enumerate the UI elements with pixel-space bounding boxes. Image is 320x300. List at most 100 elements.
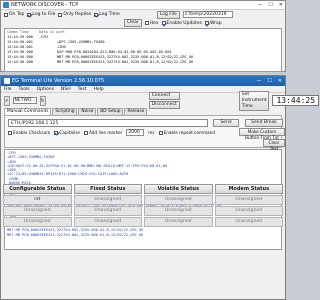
window-controls: — ☐ ✕	[257, 2, 283, 8]
menu-options[interactable]: Options	[37, 87, 54, 92]
log-to-file-checkbox[interactable]: Log to File	[27, 12, 55, 17]
discover-log[interactable]: Comms Time Data in port 13:44:39.000 -CPU…	[4, 28, 282, 72]
clear-button[interactable]: Clear	[124, 19, 142, 27]
tab-scripting[interactable]: Scripting	[52, 108, 78, 115]
log-time-checkbox[interactable]: Log Time	[94, 12, 120, 17]
volatile-status-panel: Volatile Status Unassigned Unassigned Un…	[144, 184, 213, 227]
menu-help[interactable]: Help	[93, 87, 103, 92]
tab-release[interactable]: Release	[124, 108, 148, 115]
enable-checksum-label: Enable Checksum	[13, 130, 51, 135]
make-custom-button[interactable]: Make Custom Button From Txt	[239, 128, 285, 140]
set-instrument-time-button[interactable]: Set Instrument Time	[238, 90, 270, 111]
menu-tools[interactable]: Tools	[19, 87, 30, 92]
refresh-icon[interactable]: ↻	[39, 95, 46, 106]
connect-group: Connect Disconnect	[148, 92, 180, 109]
hex-label: Hex	[149, 20, 159, 26]
tab-noise[interactable]: Noise	[78, 108, 97, 115]
status-title: Configurable Status	[3, 184, 72, 194]
network-discover-titlebar: NETWORK DISCOVER - TCP — ☐ ✕	[1, 1, 285, 10]
only-replies-label: Only Replies	[63, 12, 92, 17]
log-to-file-label: Log to File	[32, 12, 56, 17]
marker-interval-input[interactable]: 2000	[126, 129, 145, 136]
options-bar-2: Clear Hex Enable Updates Wrap	[1, 19, 285, 27]
checkbox-icon	[84, 130, 89, 135]
fixed-status-panel: Fixed Status Unassigned Unassigned Unass…	[73, 184, 142, 227]
checkbox-icon	[4, 12, 8, 17]
log-file-button[interactable]: Log File	[156, 10, 180, 19]
tab-bd-setup[interactable]: BD Setup	[97, 108, 124, 115]
status-value[interactable]: Unassigned	[73, 206, 142, 216]
send-button[interactable]: Send	[213, 119, 239, 127]
on-top-checkbox[interactable]: On Top	[4, 12, 24, 17]
manual-commands-panel: ETH,IP192.168.1.125 Send Send Break Enab…	[4, 115, 285, 151]
network-discover-window: NETWORK DISCOVER - TCP — ☐ ✕ On Top Log …	[0, 0, 286, 72]
toolbar: ⚡ NETWO... ↻ Connect Disconnect Set Inst…	[1, 90, 320, 111]
plug-icon[interactable]: ⚡	[4, 95, 10, 106]
status-value[interactable]: Unassigned	[214, 206, 283, 216]
checkbox-checked-icon	[27, 12, 32, 17]
enable-checksum-checkbox[interactable]: Enable Checksum	[8, 130, 50, 135]
disconnect-button[interactable]: Disconnect	[148, 101, 180, 109]
status-value[interactable]: Unassigned	[214, 195, 283, 205]
capitalise-label: Capitalise	[59, 130, 81, 135]
checkbox-checked-icon	[54, 130, 59, 135]
minimize-icon[interactable]: —	[257, 2, 262, 8]
status-value[interactable]: Unassigned	[73, 195, 142, 205]
status-title: Modem Status	[214, 184, 283, 194]
close-icon[interactable]: ✕	[279, 2, 283, 8]
status-value[interactable]: Unassigned	[144, 206, 213, 216]
log-time-label: Log Time	[99, 12, 120, 17]
menu-file[interactable]: File	[4, 87, 12, 92]
status-value[interactable]: rst	[3, 195, 72, 205]
hex-checkbox[interactable]: Hex	[144, 20, 159, 26]
status-value[interactable]: Unassigned	[3, 217, 72, 227]
maximize-icon[interactable]: ☐	[268, 2, 272, 8]
status-value[interactable]: Unassigned	[144, 217, 213, 227]
tab-manual-commands[interactable]: Manual Commands	[4, 108, 52, 115]
wrap-label: Wrap	[209, 20, 222, 26]
clear-text-button[interactable]: Clear Text	[263, 139, 285, 151]
terminal-window-title: EG Terminal Life Version 2.56.10.075	[12, 78, 105, 84]
only-replies-checkbox[interactable]: Only Replies	[58, 12, 91, 17]
menu-test[interactable]: Test	[78, 87, 87, 92]
capitalise-checkbox[interactable]: Capitalise	[54, 130, 80, 135]
add-line-marker-checkbox[interactable]: Add line marker	[84, 130, 122, 135]
enable-updates-checkbox[interactable]: Enable Updates	[161, 20, 202, 26]
connect-button[interactable]: Connect	[148, 92, 180, 100]
app-icon	[3, 2, 9, 8]
configurable-status-panel: Configurable Status rst Unassigned Unass…	[3, 184, 72, 227]
checkbox-checked-icon	[94, 12, 99, 17]
terminal-app-icon	[4, 78, 10, 84]
minimize-icon[interactable]: —	[256, 78, 261, 84]
close-icon[interactable]: ✕	[278, 78, 282, 84]
checkbox-icon	[58, 12, 63, 17]
status-value[interactable]: Unassigned	[214, 217, 283, 227]
command-options: Enable Checksum Capitalise Add line mark…	[8, 129, 215, 136]
checkbox-icon	[158, 130, 163, 135]
maximize-icon[interactable]: ☐	[267, 78, 271, 84]
send-break-button[interactable]: Send Break	[245, 119, 283, 127]
log-path-input[interactable]: c:\temp\20220319	[182, 11, 233, 18]
status-value[interactable]: Unassigned	[144, 195, 213, 205]
wrap-checkbox[interactable]: Wrap	[204, 20, 222, 26]
clock-display: 13:44:25	[272, 95, 320, 106]
status-panels: Configurable Status rst Unassigned Unass…	[3, 184, 283, 227]
checkbox-checked-icon	[204, 21, 209, 25]
enable-updates-label: Enable Updates	[166, 20, 202, 26]
options-bar: On Top Log to File Only Replies Log Time…	[1, 10, 285, 19]
status-title: Fixed Status	[73, 184, 142, 194]
menu-nsh[interactable]: NSH	[61, 87, 71, 92]
terminal-titlebar: EG Terminal Life Version 2.56.10.075 — ☐…	[1, 76, 285, 86]
enable-repeat-checkbox[interactable]: Enable repeat command	[158, 130, 215, 135]
terminal-line: MRT MB PCB,0000ZEEE423,322754-002,3235-0…	[7, 232, 144, 237]
status-title: Volatile Status	[144, 184, 213, 194]
log-row: 13:44:56.000 MRT MB PCB,0000ZEEE423,32275…	[7, 60, 194, 64]
connection-select[interactable]: NETWO...	[12, 97, 37, 104]
marker-unit-label: ms	[148, 130, 155, 135]
command-input[interactable]: ETH,IP192.168.1.125	[8, 119, 208, 127]
window-title: NETWORK DISCOVER - TCP	[11, 2, 79, 8]
status-value[interactable]: Unassigned	[73, 217, 142, 227]
status-value[interactable]: Unassigned	[3, 206, 72, 216]
terminal-window-controls: — ☐ ✕	[256, 78, 282, 84]
add-line-marker-label: Add line marker	[89, 130, 123, 135]
